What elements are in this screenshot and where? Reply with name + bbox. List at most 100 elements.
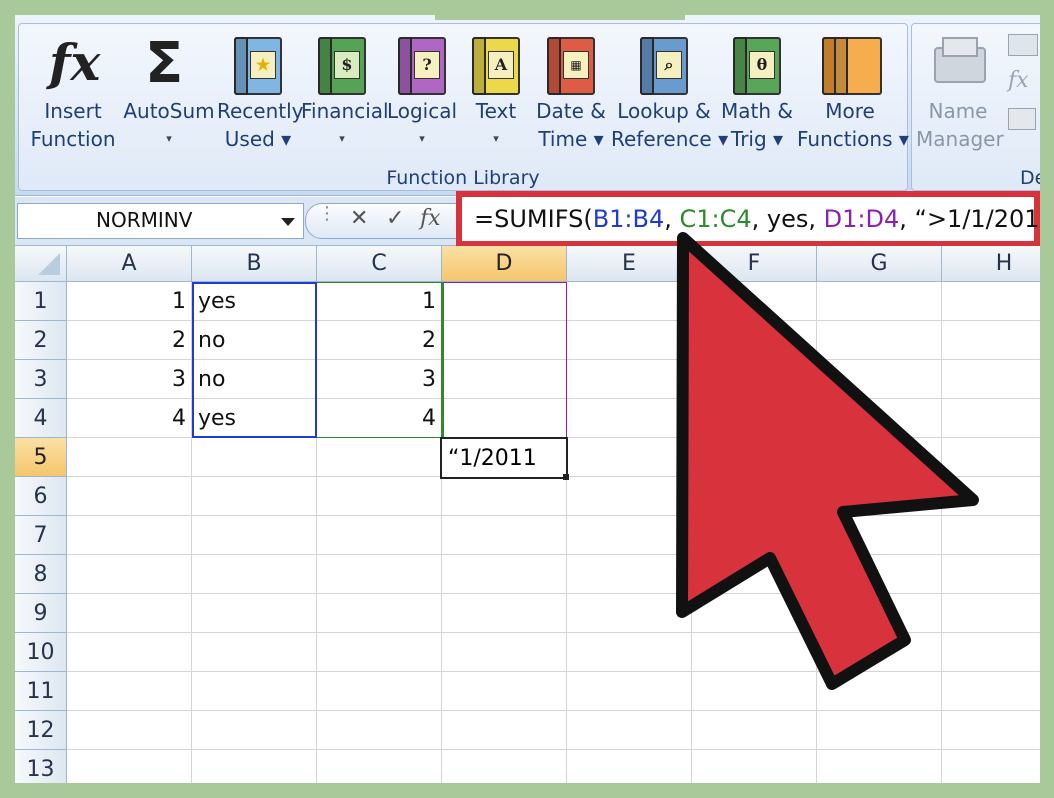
financial-dropdown[interactable]: ▾: [301, 125, 383, 153]
ribbon: fx Insert Function Σ AutoSum ▾ ★ Recentl…: [15, 15, 1040, 196]
row-header-4[interactable]: 4: [15, 399, 67, 438]
row-header-9[interactable]: 9: [15, 594, 67, 633]
select-all-corner[interactable]: [15, 246, 67, 282]
more-functions-label-1: More: [825, 99, 875, 123]
cell-a4[interactable]: 4: [67, 399, 192, 437]
formula-text: =SUMIFS(B1:B4, C1:C4, yes, D1:D4, “>1/1/…: [474, 205, 1040, 233]
cell-a1[interactable]: 1: [67, 282, 192, 320]
row-header-5[interactable]: 5: [15, 438, 67, 477]
column-header-g[interactable]: G: [817, 246, 942, 282]
math-trig-label-2: Trig ▾: [730, 127, 784, 151]
name-manager-label-2: Manager: [916, 127, 1004, 151]
row-header-7[interactable]: 7: [15, 516, 67, 555]
name-manager-button[interactable]: Name Manager: [916, 29, 1004, 153]
insert-function-fx-icon[interactable]: fx: [420, 206, 441, 231]
formula-ref-d: D1:D4: [823, 205, 900, 233]
autosum-label: AutoSum: [123, 99, 215, 123]
row-header-10[interactable]: 10: [15, 633, 67, 672]
autosum-dropdown[interactable]: ▾: [123, 125, 215, 153]
recently-used-label-1: Recently: [217, 99, 304, 123]
row-header-1[interactable]: 1: [15, 282, 67, 321]
fill-handle[interactable]: [563, 474, 569, 480]
row-header-2[interactable]: 2: [15, 321, 67, 360]
use-in-formula-icon[interactable]: fx: [1008, 68, 1029, 93]
name-manager-label-1: Name: [928, 99, 988, 123]
financial-button[interactable]: $ Financial ▾: [301, 29, 389, 153]
math-trig-button[interactable]: θ Math & Trig ▾: [719, 29, 795, 153]
lookup-reference-label-1: Lookup &: [617, 99, 711, 123]
formula-part-sep: ,: [664, 205, 680, 233]
formula-bar: NORMINV ⋮ ✕ ✓ fx =SUMIFS(B1:B4, C1:C4, y…: [15, 191, 1040, 247]
insert-function-label-2: Function: [30, 127, 116, 151]
money-book-icon: $: [312, 33, 372, 95]
logical-button[interactable]: ? Logical ▾: [385, 29, 459, 153]
ribbon-tab-strip: [435, 15, 685, 20]
column-header-a[interactable]: A: [67, 246, 192, 282]
range-highlight-d: [442, 282, 567, 438]
define-name-icon[interactable]: [1008, 34, 1038, 56]
worksheet-grid: A B C D E F G H 1 2 3 4 5 6 7 8 9 10 11 …: [15, 246, 1040, 783]
row-header-13[interactable]: 13: [15, 750, 67, 783]
fx-icon: fx: [49, 33, 101, 92]
formula-buttons: ⋮ ✕ ✓ fx: [305, 203, 462, 239]
theta-book-icon: θ: [727, 33, 787, 95]
question-book-icon: ?: [392, 33, 452, 95]
star-book-icon: ★: [228, 33, 288, 95]
chevron-down-icon[interactable]: [281, 218, 295, 226]
insert-function-label-1: Insert: [44, 99, 102, 123]
defined-names-group: Name Manager fx Def: [911, 23, 1040, 191]
create-from-selection-icon[interactable]: [1008, 108, 1036, 130]
row-header-3[interactable]: 3: [15, 360, 67, 399]
date-time-button[interactable]: ▦ Date & Time ▾: [533, 29, 609, 153]
cell-a2[interactable]: 2: [67, 321, 192, 359]
cell-a3[interactable]: 3: [67, 360, 192, 398]
row-header-12[interactable]: 12: [15, 711, 67, 750]
text-label: Text: [475, 99, 517, 123]
name-box[interactable]: NORMINV: [17, 203, 304, 239]
column-header-b[interactable]: B: [192, 246, 317, 282]
column-header-e[interactable]: E: [567, 246, 692, 282]
row-header-6[interactable]: 6: [15, 477, 67, 516]
magnifier-book-icon: ⌕: [634, 33, 694, 95]
autosum-button[interactable]: Σ AutoSum ▾: [123, 29, 215, 153]
more-functions-label-2: Functions ▾: [797, 127, 909, 151]
more-books-icon: [820, 33, 882, 95]
cancel-icon[interactable]: ✕: [350, 206, 368, 231]
excel-window: fx Insert Function Σ AutoSum ▾ ★ Recentl…: [15, 15, 1040, 783]
name-manager-icon: [928, 33, 988, 95]
text-dropdown[interactable]: ▾: [461, 125, 531, 153]
column-header-d[interactable]: D: [442, 246, 567, 282]
text-book-icon: A: [466, 33, 526, 95]
insert-function-button[interactable]: fx Insert Function: [27, 29, 119, 153]
function-library-group: fx Insert Function Σ AutoSum ▾ ★ Recentl…: [18, 23, 909, 191]
sigma-icon: Σ: [145, 31, 184, 96]
enter-check-icon[interactable]: ✓: [386, 206, 404, 231]
formula-ref-b: B1:B4: [592, 205, 665, 233]
math-trig-label-1: Math &: [721, 99, 793, 123]
formula-part-date: , “>1/1/2011: [899, 205, 1040, 233]
calendar-book-icon: ▦: [541, 33, 601, 95]
column-header-c[interactable]: C: [317, 246, 442, 282]
select-all-icon: [38, 253, 60, 275]
formula-input[interactable]: =SUMIFS(B1:B4, C1:C4, yes, D1:D4, “>1/1/…: [456, 191, 1040, 247]
more-functions-button[interactable]: More Functions ▾: [797, 29, 909, 153]
range-highlight-b: [192, 282, 317, 438]
logical-label: Logical: [386, 99, 458, 123]
date-time-label-1: Date &: [536, 99, 606, 123]
column-header-f[interactable]: F: [692, 246, 817, 282]
recently-used-label-2: Used ▾: [224, 127, 292, 151]
range-highlight-c: [317, 282, 442, 438]
defined-names-label: Def: [1020, 167, 1040, 189]
recently-used-button[interactable]: ★ Recently Used ▾: [217, 29, 304, 153]
lookup-reference-button[interactable]: ⌕ Lookup & Reference ▾: [611, 29, 728, 153]
cells-area[interactable]: 1 yes 1 2 no 2 3 no 3 4 yes 4 “1/2011: [67, 282, 1040, 783]
logical-dropdown[interactable]: ▾: [385, 125, 459, 153]
drag-handle-icon[interactable]: ⋮: [318, 203, 336, 224]
formula-part-func: =SUMIFS(: [474, 205, 593, 233]
row-header-8[interactable]: 8: [15, 555, 67, 594]
text-button[interactable]: A Text ▾: [461, 29, 531, 153]
row-header-11[interactable]: 11: [15, 672, 67, 711]
column-header-h[interactable]: H: [942, 246, 1040, 282]
active-cell-d5[interactable]: “1/2011: [440, 437, 568, 479]
formula-ref-c: C1:C4: [679, 205, 752, 233]
